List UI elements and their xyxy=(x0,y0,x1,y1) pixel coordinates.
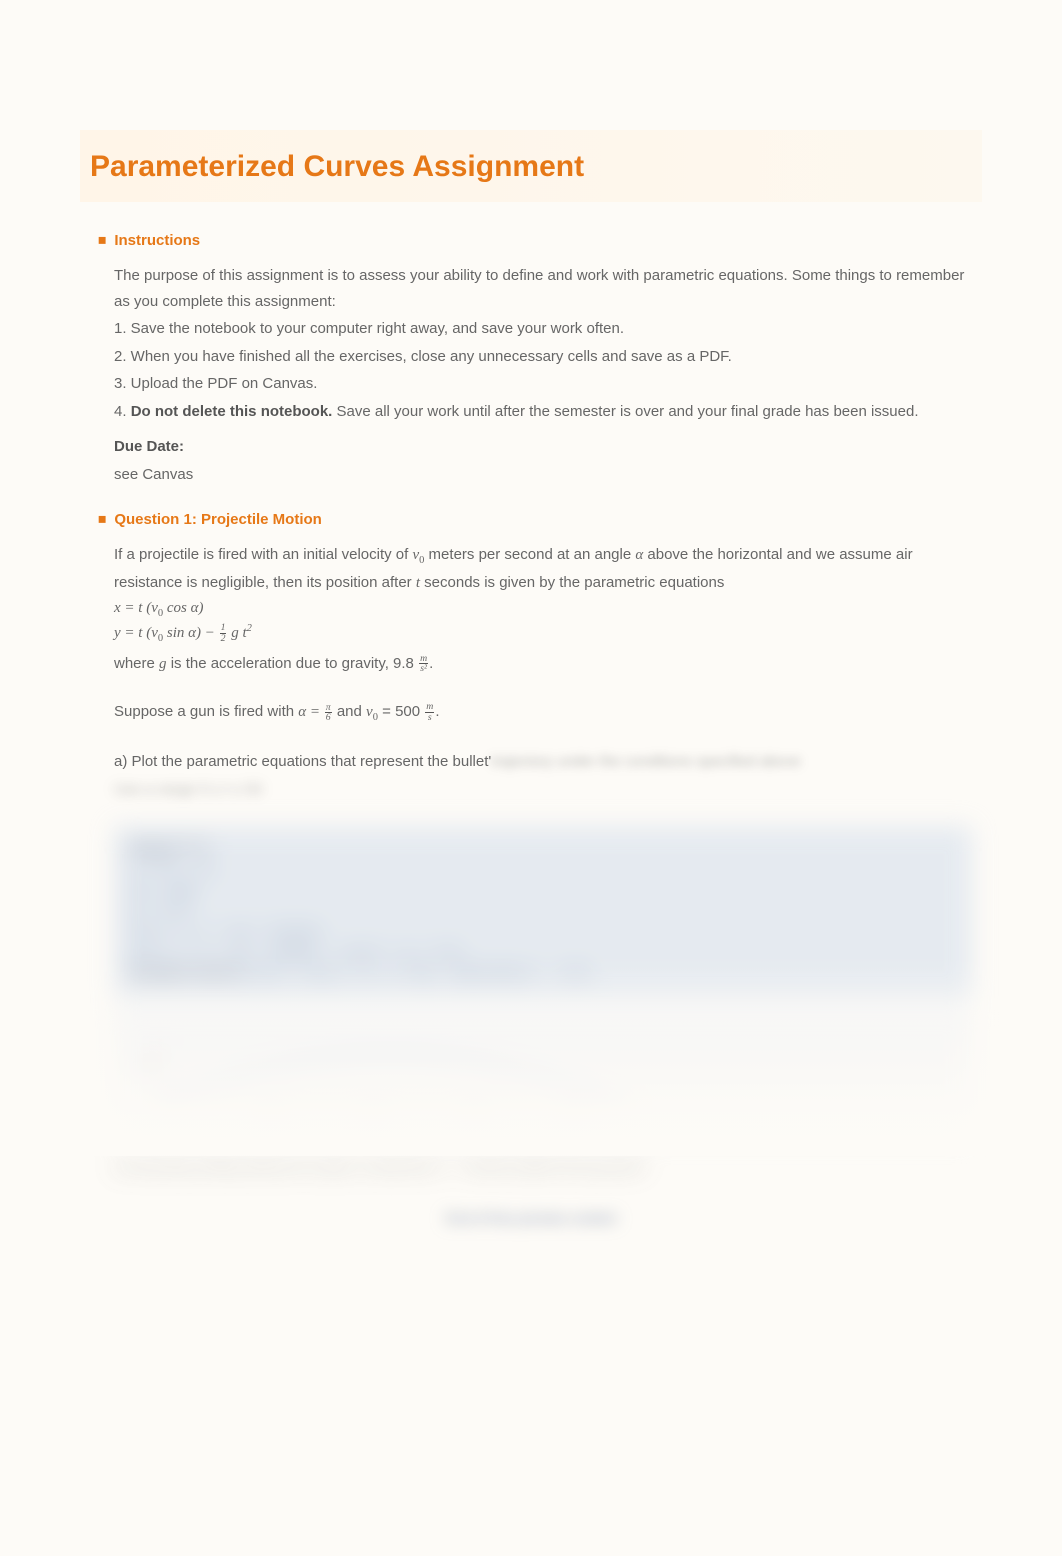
parametric-plot: 5000 10000 15000 20000 2000 xyxy=(130,1028,650,1118)
svg-text:2000: 2000 xyxy=(135,1060,158,1071)
q1-where: where g is the acceleration due to gravi… xyxy=(114,651,972,678)
q1-paragraph-1: If a projectile is fired with an initial… xyxy=(114,542,972,596)
instruction-item-4: 4. Do not delete this notebook. Save all… xyxy=(114,399,972,425)
page-title: Parameterized Curves Assignment xyxy=(90,150,972,184)
plot-output: 5000 10000 15000 20000 2000 xyxy=(114,1008,972,1138)
q1-part-a-cont: Use a range 0 ≤ t ≤ 50 xyxy=(114,777,972,803)
title-banner: Parameterized Curves Assignment xyxy=(80,130,982,202)
due-date-label: Due Date: xyxy=(114,434,972,460)
instructions-intro: The purpose of this assignment is to ass… xyxy=(114,263,972,314)
svg-text:10000: 10000 xyxy=(360,1108,388,1118)
equation-y: y = t (v0 sin α) − 12 g t2 xyxy=(114,622,972,647)
svg-text:15000: 15000 xyxy=(460,1108,488,1118)
instruction-item-3: 3. Upload the PDF on Canvas. xyxy=(114,371,972,397)
due-date-value: see Canvas xyxy=(114,462,972,488)
equation-x: x = t (v0 cos α) xyxy=(114,598,972,622)
code-block: Clear["*"] α = Pi / 6; v0 = 500; g = 9.8… xyxy=(114,826,972,1000)
q1-suppose: Suppose a gun is fired with α = π6 and v… xyxy=(114,699,972,727)
instructions-body: The purpose of this assignment is to ass… xyxy=(114,263,972,487)
instruction-item-2: 2. When you have finished all the exerci… xyxy=(114,344,972,370)
q1-part-a: a) Plot the parametric equations that re… xyxy=(114,749,972,775)
svg-text:5000: 5000 xyxy=(260,1108,283,1118)
blur-caption: b) Assuming nothing obstructs its path, … xyxy=(114,1156,972,1178)
question1-header: Question 1: Projectile Motion xyxy=(98,511,982,528)
svg-text:20000: 20000 xyxy=(560,1108,588,1118)
question1-body: If a projectile is fired with an initial… xyxy=(114,542,972,802)
instructions-header: Instructions xyxy=(98,232,982,249)
footer-text: End of free preview content xyxy=(0,1210,1062,1226)
blurred-content: Clear["*"] α = Pi / 6; v0 = 500; g = 9.8… xyxy=(114,826,972,1178)
instruction-item-1: 1. Save the notebook to your computer ri… xyxy=(114,316,972,342)
